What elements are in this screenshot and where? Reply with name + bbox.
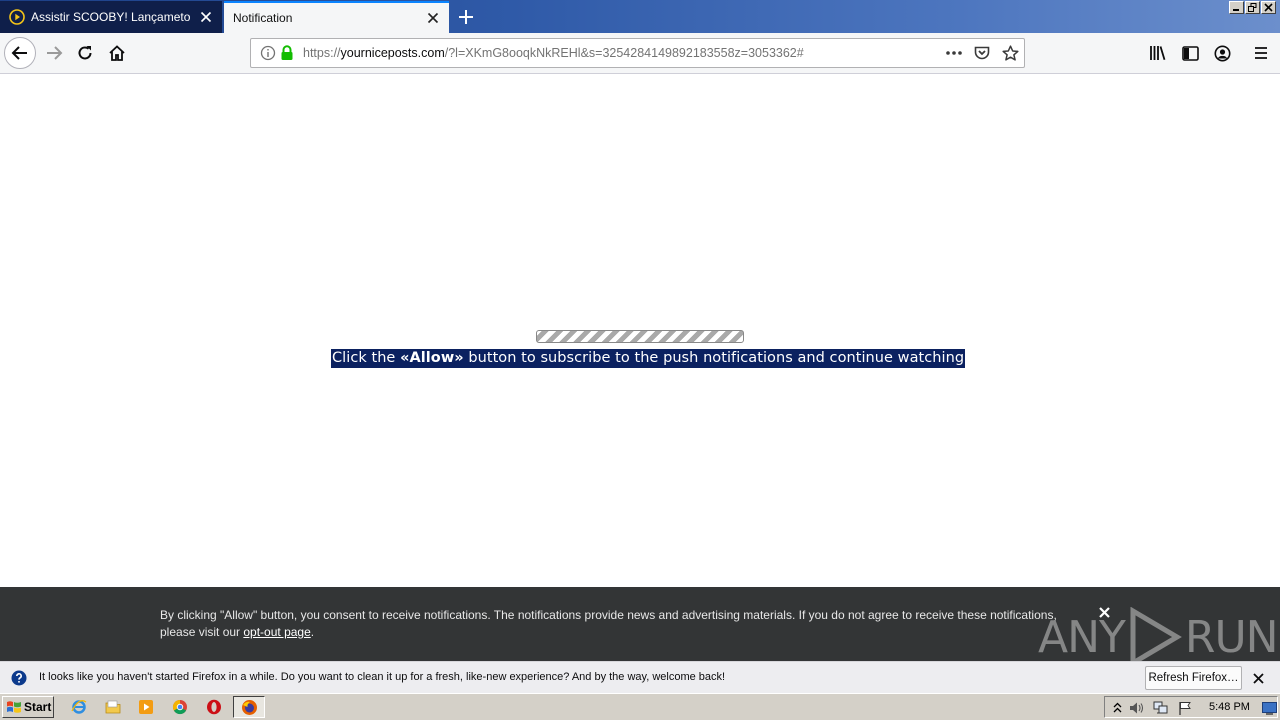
windows-taskbar: Start 5:48 PM (0, 693, 1280, 720)
forward-button[interactable] (38, 37, 70, 69)
message-start: Click the (332, 350, 401, 366)
close-icon (1252, 672, 1264, 684)
firefox-notification-bar: It looks like you haven't started Firefo… (0, 661, 1280, 693)
pocket-icon[interactable] (974, 45, 990, 66)
clock: 5:48 PM (1209, 701, 1250, 713)
library-icon (1150, 46, 1166, 61)
url-path: /?l=XKmG8ooqkNkREHl&s=325428414989218355… (444, 46, 804, 60)
url-domain: yourniceposts.com (340, 46, 445, 60)
show-desktop-icon[interactable] (1261, 700, 1277, 716)
chrome-launch[interactable] (169, 697, 191, 717)
show-hidden-icons[interactable] (1109, 700, 1125, 716)
tab-scooby[interactable]: Assistir SCOOBY! Lançameto 2020 (0, 1, 222, 33)
start-label: Start (24, 700, 52, 714)
home-icon (109, 45, 125, 61)
minimize-icon (1233, 9, 1239, 11)
plus-icon (459, 10, 473, 24)
consent-text: By clicking "Allow" button, you consent … (160, 607, 1080, 641)
loading-progress-bar (536, 330, 744, 343)
tab-notification[interactable]: Notification (224, 1, 449, 33)
reload-icon (78, 46, 92, 60)
windows-logo-icon (7, 701, 21, 713)
allow-instruction-text: Click the «Allow» button to subscribe to… (331, 349, 966, 368)
watermark-text-left: ANY (1038, 611, 1126, 663)
firefox-taskbar-button[interactable] (233, 696, 265, 718)
home-button[interactable] (101, 37, 133, 69)
notification-close-button[interactable] (1250, 670, 1266, 686)
close-window-button[interactable] (1261, 1, 1276, 14)
url-scheme: https:// (303, 46, 341, 60)
minimize-button[interactable] (1229, 1, 1244, 14)
page-content: Click the «Allow» button to subscribe to… (0, 74, 1280, 587)
back-button[interactable] (4, 37, 36, 69)
account-icon (1214, 45, 1230, 61)
network-icon[interactable] (1153, 700, 1169, 716)
menu-button[interactable] (1245, 37, 1277, 69)
ie-icon (71, 700, 87, 714)
anyrun-watermark: ANY RUN (1038, 607, 1279, 667)
media-player-launch[interactable] (135, 697, 157, 717)
play-circle-icon (9, 9, 25, 25)
close-icon (1264, 3, 1273, 12)
restore-icon (1248, 3, 1257, 12)
consent-banner: By clicking "Allow" button, you consent … (0, 587, 1280, 667)
ie-launch[interactable] (68, 697, 90, 717)
opera-icon (207, 699, 221, 715)
site-info-icon[interactable] (260, 45, 276, 66)
navigation-toolbar: https://yourniceposts.com/?l=XKmG8ooqkNk… (0, 33, 1280, 74)
action-center-flag-icon[interactable] (1177, 700, 1193, 716)
opera-launch[interactable] (203, 697, 225, 717)
opt-out-link[interactable]: opt-out page (243, 625, 310, 639)
chrome-icon (172, 699, 187, 715)
consent-text-end: . (310, 625, 315, 639)
refresh-firefox-button[interactable]: Refresh Firefox… (1145, 666, 1242, 690)
close-tab-icon[interactable] (425, 10, 441, 26)
window-controls (1229, 1, 1276, 14)
system-tray: 5:48 PM (1104, 696, 1278, 718)
reload-button[interactable] (69, 37, 101, 69)
url-text: https://yourniceposts.com/?l=XKmG8ooqkNk… (303, 46, 804, 60)
play-triangle-icon (1130, 607, 1182, 667)
new-tab-button[interactable] (454, 6, 478, 28)
folder-icon (105, 700, 121, 714)
tab-strip: Assistir SCOOBY! Lançameto 2020 Notifica… (0, 0, 1280, 33)
library-button[interactable] (1142, 37, 1174, 69)
close-tab-icon[interactable] (198, 9, 214, 25)
hamburger-menu-icon (1255, 47, 1267, 59)
lock-icon[interactable] (280, 45, 294, 66)
tab-title: Assistir SCOOBY! Lançameto 2020 (31, 10, 192, 24)
sidebar-icon (1181, 45, 1199, 61)
start-button[interactable]: Start (2, 696, 54, 718)
bookmark-star-icon[interactable] (1002, 45, 1019, 67)
help-circle-icon (11, 670, 27, 686)
watermark-text-right: RUN (1184, 611, 1279, 663)
notification-message: It looks like you haven't started Firefo… (39, 671, 726, 683)
page-actions-icon[interactable] (945, 46, 963, 65)
explorer-launch[interactable] (102, 697, 124, 717)
message-end: button to subscribe to the push notifica… (463, 350, 965, 366)
media-player-icon (139, 700, 153, 714)
tab-title: Notification (233, 11, 293, 25)
restore-button[interactable] (1245, 1, 1260, 14)
volume-icon[interactable] (1129, 700, 1145, 716)
firefox-icon (241, 699, 257, 715)
address-bar[interactable]: https://yourniceposts.com/?l=XKmG8ooqkNk… (250, 38, 1025, 68)
allow-keyword: «Allow» (400, 350, 464, 366)
sidebar-button[interactable] (1174, 37, 1206, 69)
arrow-right-icon (47, 46, 63, 60)
arrow-left-icon (11, 46, 27, 60)
account-button[interactable] (1206, 37, 1238, 69)
